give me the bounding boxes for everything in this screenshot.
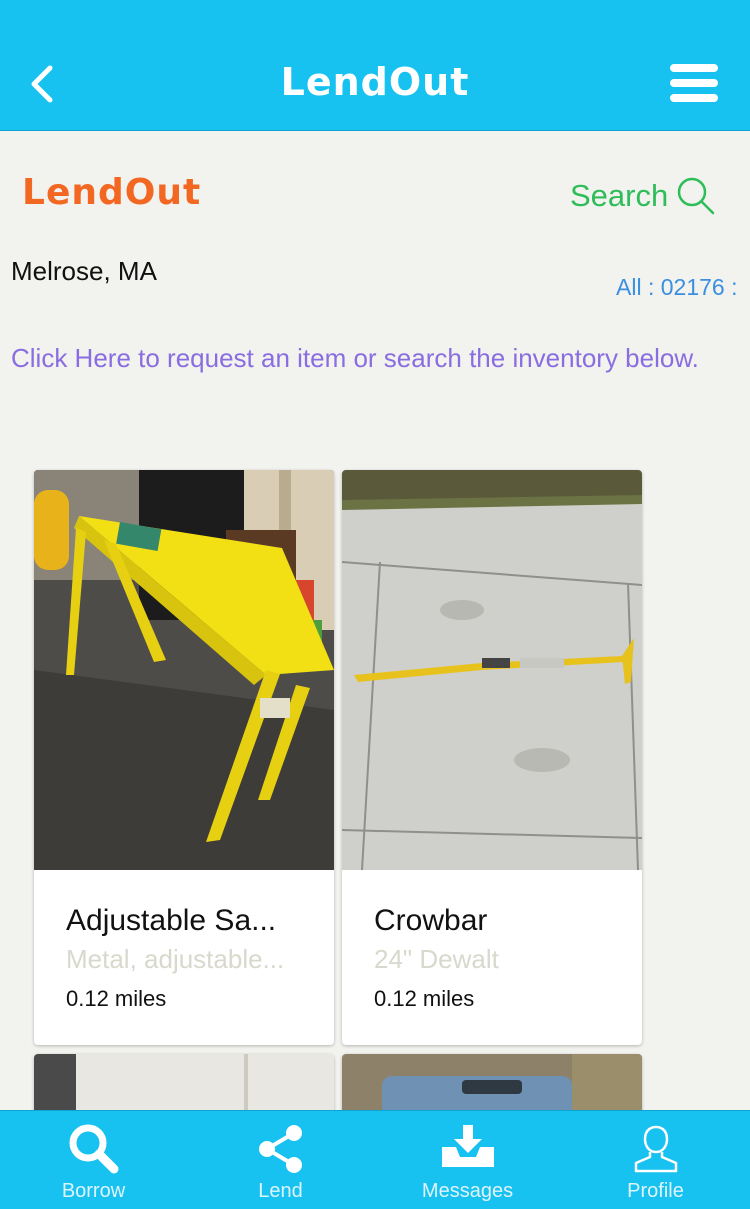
magnifier-icon	[69, 1124, 118, 1174]
item-card[interactable]: Adjustable Sa... Metal, adjustable... 0.…	[34, 470, 334, 1045]
tab-label: Lend	[258, 1180, 303, 1202]
person-icon	[634, 1125, 677, 1173]
item-description: 24" Dewalt	[374, 944, 499, 974]
share-icon	[258, 1125, 302, 1173]
item-card[interactable]: Crowbar 24" Dewalt 0.12 miles	[342, 470, 642, 1045]
crowbar-on-sidewalk-photo	[342, 470, 642, 870]
yellow-sawhorse-photo	[34, 470, 334, 870]
tab-borrow[interactable]: Borrow	[0, 1111, 187, 1209]
tab-lend[interactable]: Lend	[187, 1111, 374, 1209]
item-distance: 0.12 miles	[66, 986, 167, 1011]
app-title: LendOut	[280, 60, 470, 104]
current-location: Melrose, MA	[11, 256, 157, 286]
tab-label: Borrow	[61, 1180, 126, 1202]
search-label: Search	[570, 178, 669, 213]
request-item-link[interactable]: Click Here to request an item or search …	[11, 342, 731, 374]
magnifier-icon	[677, 177, 715, 215]
tab-profile[interactable]: Profile	[561, 1111, 750, 1209]
brand-logo: LendOut	[22, 172, 202, 213]
top-app-bar: LendOut	[0, 0, 750, 131]
menu-button[interactable]	[670, 64, 722, 110]
search-button[interactable]: Search	[570, 176, 716, 216]
bottom-tab-bar: Borrow Lend Messages Profile	[0, 1110, 750, 1209]
item-description: Metal, adjustable...	[66, 944, 285, 974]
tab-label: Messages	[421, 1180, 514, 1202]
inbox-download-icon	[441, 1125, 494, 1167]
item-name: Crowbar	[374, 904, 488, 937]
tab-messages[interactable]: Messages	[374, 1111, 561, 1209]
item-name: Adjustable Sa...	[66, 904, 277, 937]
zip-filter[interactable]: All : 02176 :	[616, 274, 737, 301]
hamburger-menu-icon	[670, 64, 722, 102]
tab-label: Profile	[627, 1180, 684, 1202]
item-distance: 0.12 miles	[374, 986, 475, 1011]
